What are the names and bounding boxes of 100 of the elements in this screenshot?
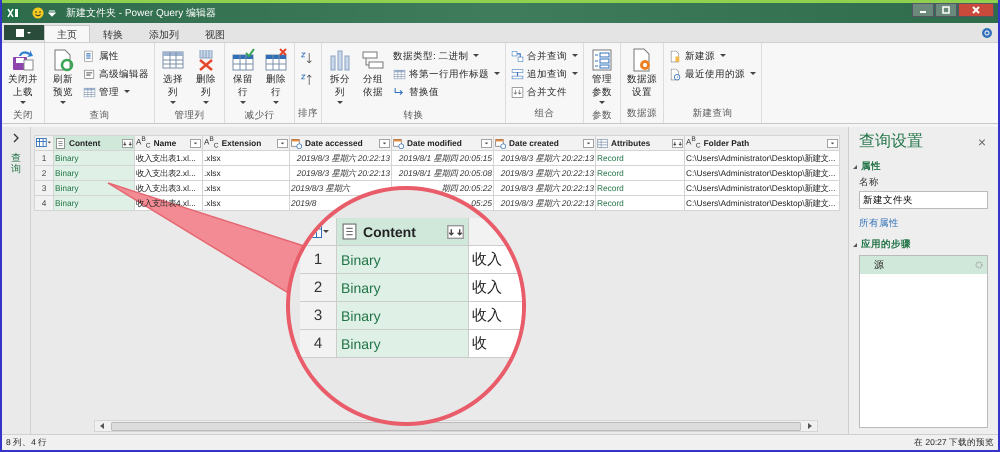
ribbon-button[interactable]: 将第一行用作标题 xyxy=(391,66,502,82)
help-icon[interactable] xyxy=(982,28,992,38)
maximize-icon xyxy=(941,5,951,15)
ribbon-button[interactable]: 管理 xyxy=(81,84,151,100)
table-cell: .xlsx xyxy=(204,153,221,163)
column-header[interactable]: A$^{B}$$_{C}$ Folder Path xyxy=(684,136,840,150)
table-cell: Binary xyxy=(337,302,469,329)
name-field[interactable]: 新建文件夹 xyxy=(859,191,988,209)
ribbon-button[interactable]: 合并文件 xyxy=(509,84,580,100)
close-button[interactable]: × xyxy=(976,134,988,150)
ribbon-button[interactable]: 合并查询 xyxy=(509,48,580,64)
table-cell: Binary xyxy=(55,183,79,193)
ribbon-button[interactable]: 新建源 xyxy=(667,48,758,64)
table-cell: 2019/8/1 星期四 20:05:08 xyxy=(398,168,492,178)
list-icon xyxy=(590,48,614,72)
expand-chevron-icon[interactable] xyxy=(12,133,20,143)
scrollbar-thumb[interactable] xyxy=(111,422,801,430)
menu-caret-icon xyxy=(16,28,32,36)
group-label: 排序 xyxy=(298,107,318,121)
group-label: 转换 xyxy=(402,108,424,123)
scroll-left-icon[interactable] xyxy=(99,423,105,429)
collapse-icon[interactable] xyxy=(853,164,857,168)
all-properties-link[interactable]: 所有属性 xyxy=(859,217,988,230)
ribbon-button[interactable]: 删除 行 xyxy=(261,46,291,107)
ribbon-button[interactable]: 追加查询 xyxy=(509,66,580,82)
table-cell: Binary xyxy=(55,153,79,163)
table-cell: 收入支出表4.xl... xyxy=(136,198,196,208)
caret-icon xyxy=(273,100,279,105)
collapse-icon[interactable] xyxy=(853,242,857,246)
ribbon-button[interactable]: 拆分 列 xyxy=(325,46,355,107)
filter-dropdown-icon[interactable] xyxy=(827,138,838,148)
row-number: 4 xyxy=(42,198,46,208)
sort-descending-icon xyxy=(300,74,313,86)
ribbon-button[interactable]: 最近使用的源 xyxy=(667,66,758,82)
column-header[interactable]: A$^{B}$$_{C}$ Extension xyxy=(202,136,290,150)
queries-pane-label[interactable]: 查询 xyxy=(11,153,21,175)
ribbon-button[interactable]: 保留 行 xyxy=(228,46,258,107)
ribbon-button[interactable]: 管理 参数 xyxy=(587,46,617,107)
section-heading: 属性 xyxy=(861,160,881,173)
ribbon-button[interactable]: 选择 列 xyxy=(158,46,188,107)
filter-dropdown-icon[interactable] xyxy=(190,138,201,148)
column-header[interactable]: Date modified xyxy=(392,136,494,150)
step-item[interactable]: 源 xyxy=(860,256,987,274)
minimize-button[interactable] xyxy=(912,3,934,17)
status-text: 在 20:27 下载的预览 xyxy=(914,436,994,448)
filter-dropdown-icon[interactable] xyxy=(379,138,390,148)
status-text: 8 列、4 行 xyxy=(6,436,48,448)
floppy-icon xyxy=(11,48,35,72)
ribbon-button[interactable]: 关闭并 上载 xyxy=(5,46,41,107)
row-number: 1 xyxy=(300,246,337,273)
expand-column-icon[interactable] xyxy=(672,138,683,148)
ribbon-button[interactable]: 高级编辑器 xyxy=(81,66,151,82)
table-cell: 2019/8/3 星期六 20:22:13 xyxy=(500,182,594,192)
ribbon-tab[interactable]: 视图 xyxy=(192,25,238,42)
row-number: 3 xyxy=(42,183,46,193)
filter-dropdown-icon[interactable] xyxy=(481,138,492,148)
column-header[interactable]: Date accessed xyxy=(290,136,392,150)
ribbon-tab[interactable]: 主页 xyxy=(44,25,90,42)
table-cell: Binary xyxy=(55,198,79,208)
scroll-right-icon[interactable] xyxy=(807,423,813,429)
close-button[interactable] xyxy=(958,3,994,17)
table-cell: C:\Users\Administrator\Desktop\新建文... xyxy=(686,168,836,178)
table-cell: Binary xyxy=(55,168,79,178)
table-cell: 2019/8/3 星期六 xyxy=(291,182,350,192)
table-cell: Record xyxy=(597,198,624,208)
ribbon-button[interactable]: 分组 依据 xyxy=(358,46,388,107)
expand-column-icon[interactable] xyxy=(122,138,133,148)
ribbon-tab[interactable]: 添加列 xyxy=(136,25,192,42)
table-cell: C:\Users\Administrator\Desktop\新建文... xyxy=(686,152,836,162)
smiley-icon[interactable] xyxy=(32,7,44,19)
column-header[interactable]: Date created xyxy=(494,136,596,150)
column-header[interactable]: Attributes xyxy=(596,136,684,150)
merge-icon xyxy=(511,50,524,62)
panel-title: 查询设置 xyxy=(859,132,923,152)
ribbon-button[interactable]: 刷新 预览 xyxy=(48,46,78,107)
column-header[interactable]: Content xyxy=(54,136,134,150)
table-menu-button[interactable] xyxy=(34,136,54,150)
maximize-button[interactable] xyxy=(935,3,957,17)
ribbon-button[interactable]: 删除 列 xyxy=(191,46,221,107)
table-cell: .xlsx xyxy=(204,183,221,193)
filter-dropdown-icon[interactable] xyxy=(277,138,288,148)
group-label: 组合 xyxy=(534,107,556,121)
ribbon-button[interactable]: 属性 xyxy=(81,48,151,64)
ribbon-button[interactable]: 数据源 设置 xyxy=(624,46,660,105)
table-cell: 2019/8/3 星期六 20:22:13 xyxy=(500,168,594,178)
ribbon-button[interactable]: 数据类型: 二进制 xyxy=(391,48,502,64)
column-header[interactable]: A$^{B}$$_{C}$ Name xyxy=(134,136,202,150)
customize-menu-icon[interactable] xyxy=(48,9,56,17)
window-title: 新建文件夹 - Power Query 编辑器 xyxy=(66,6,216,20)
ribbon-tab[interactable]: 转换 xyxy=(90,25,136,42)
ribbon-button[interactable]: 替换值 xyxy=(391,84,502,100)
table-cell: 收入支出表1.xl... xyxy=(136,152,196,162)
file-menu-button[interactable] xyxy=(4,25,44,40)
table-cell: Binary xyxy=(337,246,469,273)
horizontal-scrollbar[interactable] xyxy=(94,420,818,432)
filter-dropdown-icon[interactable] xyxy=(583,138,594,148)
group-label: 管理列 xyxy=(174,108,206,123)
table-icon xyxy=(36,138,52,146)
sort-ascending-icon xyxy=(300,52,313,64)
table-cell: 2019/8/3 星期六 20:22:13 xyxy=(296,168,390,178)
